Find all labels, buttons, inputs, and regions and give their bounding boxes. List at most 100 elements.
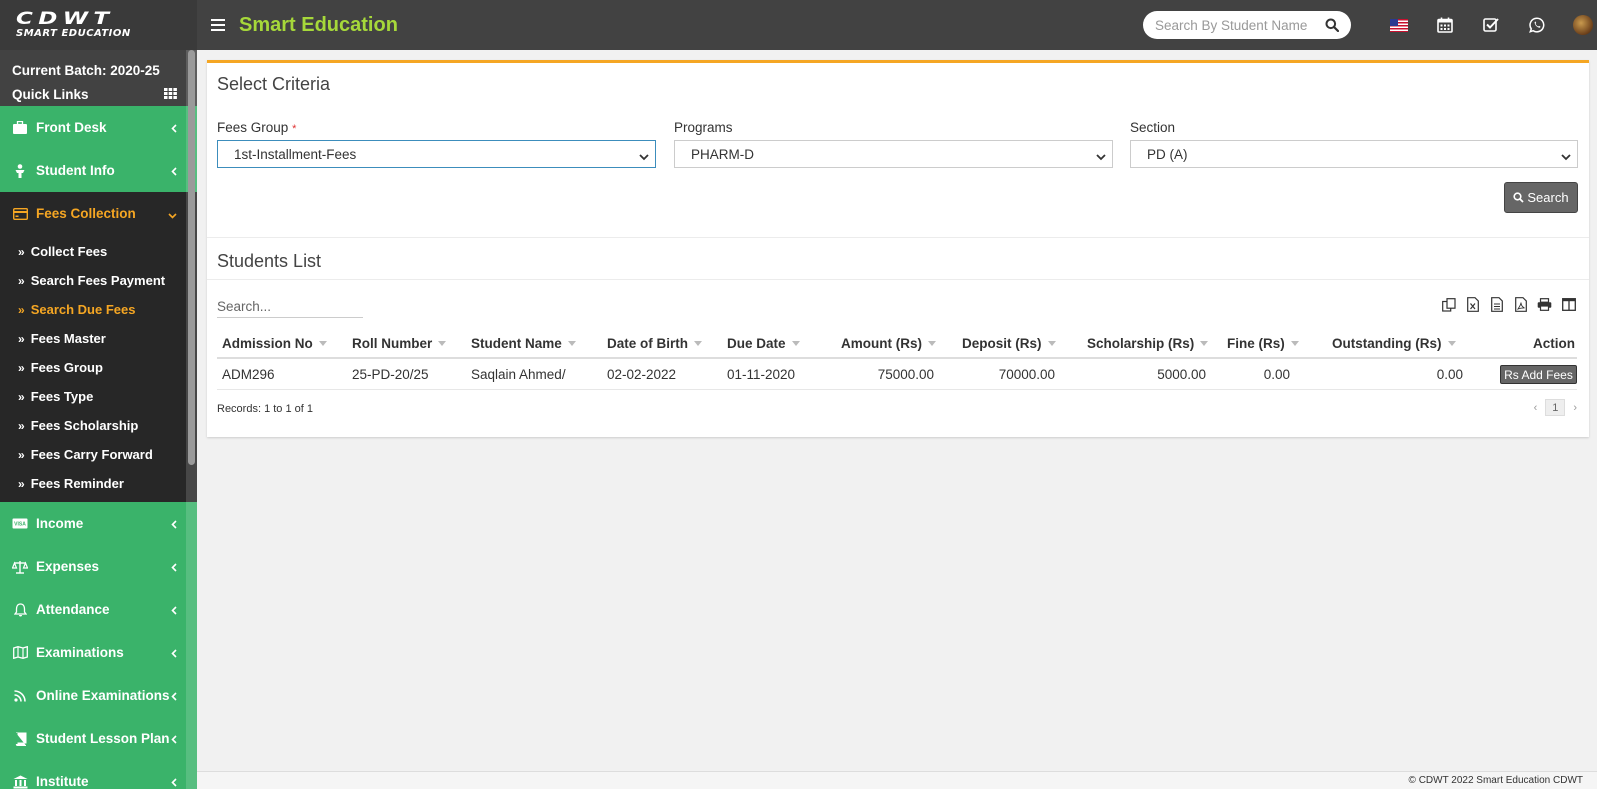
logo-line1: CDWT [16,8,115,29]
print-button[interactable] [1536,296,1553,313]
programs-select[interactable]: PHARM-D [674,140,1113,168]
chevron-down-icon [1561,149,1571,164]
column-label: Deposit (Rs) [962,335,1042,351]
chevron-down-icon [168,207,177,222]
fees-group-label: Fees Group * [217,120,296,135]
submenu-fees-carry-forward[interactable]: » Fees Carry Forward [0,440,197,469]
sidebar-item-label: Online Examinations [36,688,170,703]
top-navbar: CDWT SMART EDUCATION Smart Education [0,0,1597,50]
column-label: Roll Number [352,335,433,351]
column-label: Outstanding (Rs) [1332,335,1442,351]
chevron-left-icon [171,646,177,661]
submenu-label: Fees Reminder [30,476,124,491]
next-page-icon[interactable]: › [1573,402,1577,414]
sidebar-item-label: Expenses [36,559,100,574]
section-select[interactable]: PD (A) [1130,140,1578,168]
student-search-box [1143,11,1351,39]
sort-icon [567,341,576,347]
search-button[interactable]: Search [1504,182,1578,213]
pdf-button[interactable] [1512,296,1529,313]
whatsapp-button[interactable] [1514,14,1560,36]
page-number-button[interactable]: 1 [1545,399,1566,416]
submenu-fees-type[interactable]: » Fees Type [0,382,197,411]
chevron-left-icon [171,603,177,618]
sidebar-scrollbar-thumb[interactable] [188,50,195,465]
cell-date-of-birth: 02-02-2022 [607,366,677,382]
prev-page-icon[interactable]: ‹ [1534,402,1538,414]
section-label: Section [1130,120,1176,135]
programs-label: Programs [674,120,733,135]
sidebar-item-fees-collection[interactable]: Fees Collection [0,192,197,235]
col-deposit[interactable]: Deposit (Rs) [962,336,1056,351]
col-amount[interactable]: Amount (Rs) [841,336,936,351]
col-due-date[interactable]: Due Date [727,336,800,351]
submenu-fees-reminder[interactable]: » Fees Reminder [0,469,197,498]
submenu-fees-scholarship[interactable]: » Fees Scholarship [0,411,197,440]
sidebar-item-attendance[interactable]: Attendance [0,588,197,631]
sort-icon [1200,341,1209,347]
header-actions [1376,14,1597,36]
col-outstanding[interactable]: Outstanding (Rs) [1332,336,1456,351]
sidebar-item-student-info[interactable]: Student Info [0,149,197,192]
grid-icon[interactable] [164,83,177,107]
task-button[interactable] [1468,14,1514,36]
calendar-button[interactable] [1422,14,1468,36]
chevron-left-icon [171,517,177,532]
submenu-fees-group[interactable]: » Fees Group [0,353,197,382]
col-student-name[interactable]: Student Name [471,336,576,351]
submenu-search-fees-payment[interactable]: » Search Fees Payment [0,266,197,295]
cell-student-name[interactable]: Saqlain Ahmed/ [471,367,566,382]
sidebar-item-examinations[interactable]: Examinations [0,631,197,674]
chevron-left-icon [171,732,177,747]
excel-icon [1466,297,1479,312]
submenu-label: Search Due Fees [30,302,136,317]
table-search-input[interactable] [217,296,363,318]
csv-button[interactable] [1488,296,1505,313]
sidebar-item-online-examinations[interactable]: Online Examinations [0,674,197,717]
sort-icon [318,341,327,347]
sidebar-item-income[interactable]: VISA Income [0,502,197,545]
quick-links[interactable]: Quick Links [12,83,185,107]
chevron-left-icon [171,775,177,789]
cell-scholarship: 5000.00 [1157,366,1206,382]
print-icon [1537,298,1552,311]
profile-button[interactable] [1560,14,1597,36]
sort-icon [791,341,800,347]
sort-icon [694,341,702,347]
copy-button[interactable] [1440,296,1457,313]
bell-icon [12,602,28,618]
col-admission-no[interactable]: Admission No [222,336,327,351]
app-title: Smart Education [239,13,398,36]
column-visibility-button[interactable] [1560,296,1577,313]
sidebar-item-expenses[interactable]: Expenses [0,545,197,588]
add-fees-button[interactable]: Rs Add Fees [1500,365,1577,384]
user-icon [12,163,28,179]
student-search-input[interactable] [1155,17,1310,33]
user-avatar [1573,15,1593,35]
sidebar-item-front-desk[interactable]: Front Desk [0,106,197,149]
search-button-label: Search [1527,190,1569,205]
col-roll-number[interactable]: Roll Number [352,335,447,351]
fees-group-select[interactable]: 1st-Installment-Fees [217,140,656,168]
submenu-label: Search Fees Payment [30,273,166,288]
double-chevron-icon: » [18,360,25,375]
language-flag-button[interactable] [1376,14,1422,36]
submenu-fees-master[interactable]: » Fees Master [0,324,197,353]
col-date-of-birth[interactable]: Date of Birth [607,336,702,351]
sidebar-item-student-lesson-plan[interactable]: Student Lesson Plan [0,717,197,760]
search-icon[interactable] [1325,18,1340,35]
submenu-collect-fees[interactable]: » Collect Fees [0,237,197,266]
sidebar-item-institute[interactable]: Institute [0,760,197,789]
cell-due-date: 01-11-2020 [727,366,796,382]
submenu-search-due-fees[interactable]: » Search Due Fees [0,295,197,324]
cell-amount: 75000.00 [877,366,934,382]
col-scholarship[interactable]: Scholarship (Rs) [1087,336,1209,351]
col-fine[interactable]: Fine (Rs) [1227,336,1299,351]
students-table: Admission No Roll Number Student Name Da… [217,329,1577,390]
excel-button[interactable] [1464,296,1481,313]
bank-icon [12,774,28,789]
sort-icon [438,341,447,347]
chevron-down-icon [639,149,649,164]
logo[interactable]: CDWT SMART EDUCATION [0,0,197,50]
column-label: Student Name [471,335,562,351]
